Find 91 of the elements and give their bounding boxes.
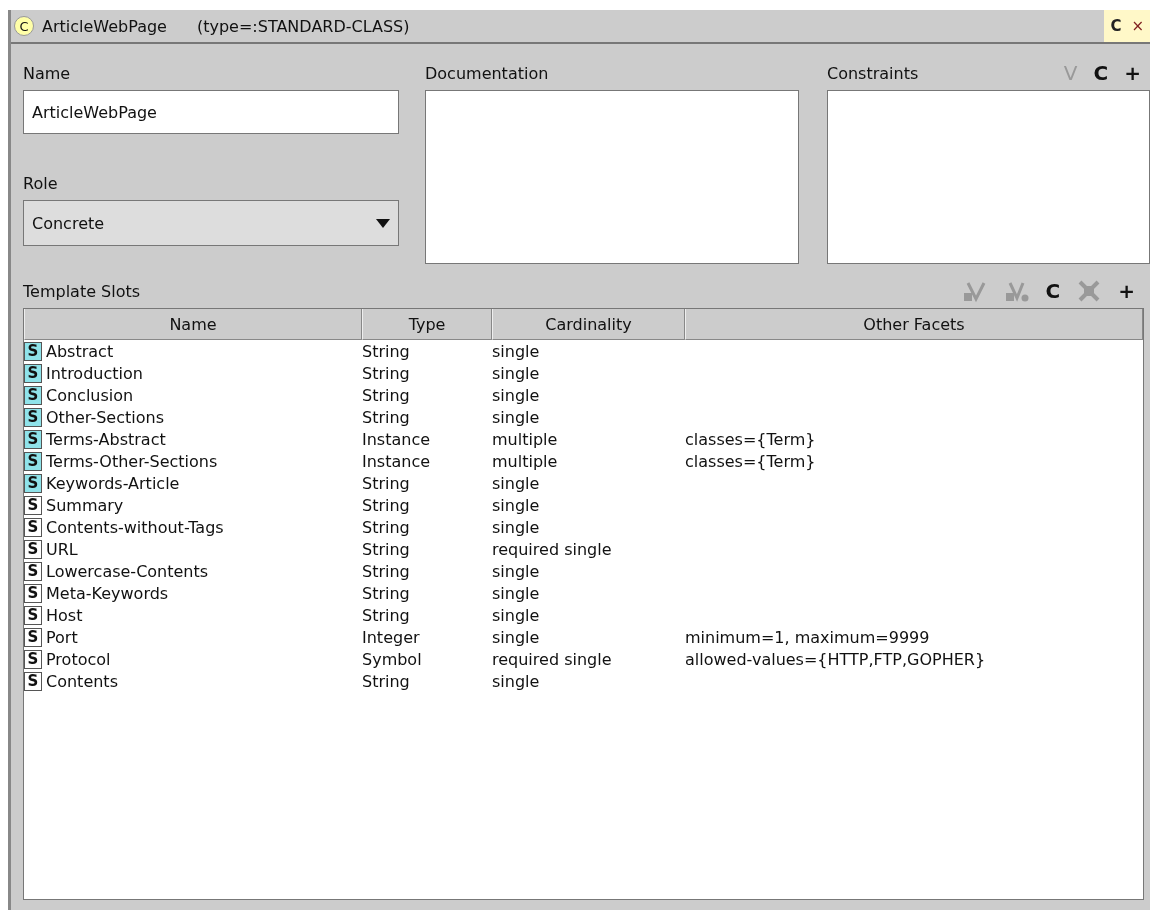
table-cell: multiple [492,451,558,471]
window-title: ArticleWebPage [42,16,167,36]
slot-icon: S [24,561,42,581]
table-cell: required single [492,539,612,559]
table-cell: single [492,363,540,383]
class-type-label: (type=:STANDARD-CLASS) [196,16,410,36]
slot-icon: S [24,451,42,471]
column-header[interactable]: Cardinality [492,309,685,340]
table-cell: String [362,605,410,625]
table-cell: single [492,561,540,581]
table-cell: required single [492,649,612,669]
slot-icon: S [24,671,42,691]
table-cell: String [362,341,410,361]
slot-icon: S [24,627,42,647]
constraints-list[interactable] [827,90,1150,264]
table-cell: Introduction [46,363,143,383]
table-cell: String [362,671,410,691]
table-cell: String [362,363,410,383]
slot-icon: S [24,341,42,361]
table-cell: single [492,627,540,647]
table-cell: multiple [492,429,558,449]
slot-icon: S [24,495,42,515]
table-cell: single [492,671,540,691]
table-cell: Lowercase-Contents [46,561,209,581]
table-cell: Terms-Abstract [46,429,166,449]
table-cell: String [362,517,410,537]
field-label: Name [23,62,72,85]
table-cell: single [492,407,540,427]
name-field[interactable]: ArticleWebPage [23,90,399,134]
table-cell: classes={Term} [685,429,816,449]
table-cell: URL [46,539,78,559]
table-cell: String [362,583,410,603]
table-cell: Keywords-Article [46,473,180,493]
table-cell: Conclusion [46,385,134,405]
table-cell: Protocol [46,649,111,669]
table-cell: allowed-values={HTTP,FTP,GOPHER} [685,649,986,669]
field-label: Documentation [425,62,550,85]
section-label: Template Slots [23,280,141,303]
class-icon: C [14,16,34,36]
field-label: Constraints [827,62,919,85]
table-cell: single [492,517,540,537]
column-header[interactable]: Type [362,309,492,340]
table-cell: Contents [46,671,118,691]
slot-icon: S [24,649,42,669]
table-cell: String [362,495,410,515]
table-cell: Integer [362,627,420,647]
table-cell: Summary [46,495,124,515]
column-header[interactable]: Name [24,309,362,340]
table-cell: String [362,385,410,405]
table-cell: single [492,341,540,361]
toolbar-button[interactable]: + [1115,279,1138,303]
slot-icon: S [24,539,42,559]
table-cell: Port [46,627,78,647]
slot-icon: S [24,473,42,493]
slot-icon: S [24,407,42,427]
table-cell: Contents-without-Tags [46,517,224,537]
field-label: Role [23,172,59,195]
close-button[interactable]: × [1129,17,1146,35]
slot-icon: S [24,583,42,603]
table-cell: String [362,407,410,427]
toolbar-button[interactable]: C [1042,279,1064,303]
documentation-field[interactable] [425,90,799,264]
role-dropdown[interactable]: Concrete [23,200,399,246]
slot-icon: S [24,605,42,625]
table-cell: Other-Sections [46,407,164,427]
table-cell: Meta-Keywords [46,583,169,603]
toolbar-button[interactable]: C [1090,61,1112,85]
slot-icon: S [24,385,42,405]
table-cell: String [362,473,410,493]
table-cell: String [362,539,410,559]
column-header[interactable]: Other Facets [685,309,1143,340]
toolbar-button[interactable]: + [1121,61,1144,85]
table-cell: single [492,495,540,515]
table-cell: Host [46,605,83,625]
slot-icon: S [24,429,42,449]
title-button[interactable]: C [1108,17,1124,35]
table-cell: classes={Term} [685,451,816,471]
table-cell: single [492,473,540,493]
table-cell: Instance [362,429,431,449]
table-cell: Abstract [46,341,114,361]
table-cell: single [492,605,540,625]
slot-icon: S [24,517,42,537]
table-cell: Symbol [362,649,422,669]
table-cell: minimum=1, maximum=9999 [685,627,930,647]
table-cell: single [492,385,540,405]
table-cell: Instance [362,451,431,471]
dropdown-arrow-icon [376,218,390,228]
table-cell: String [362,561,410,581]
table-cell: single [492,583,540,603]
slot-icon: S [24,363,42,383]
table-cell: Terms-Other-Sections [46,451,218,471]
